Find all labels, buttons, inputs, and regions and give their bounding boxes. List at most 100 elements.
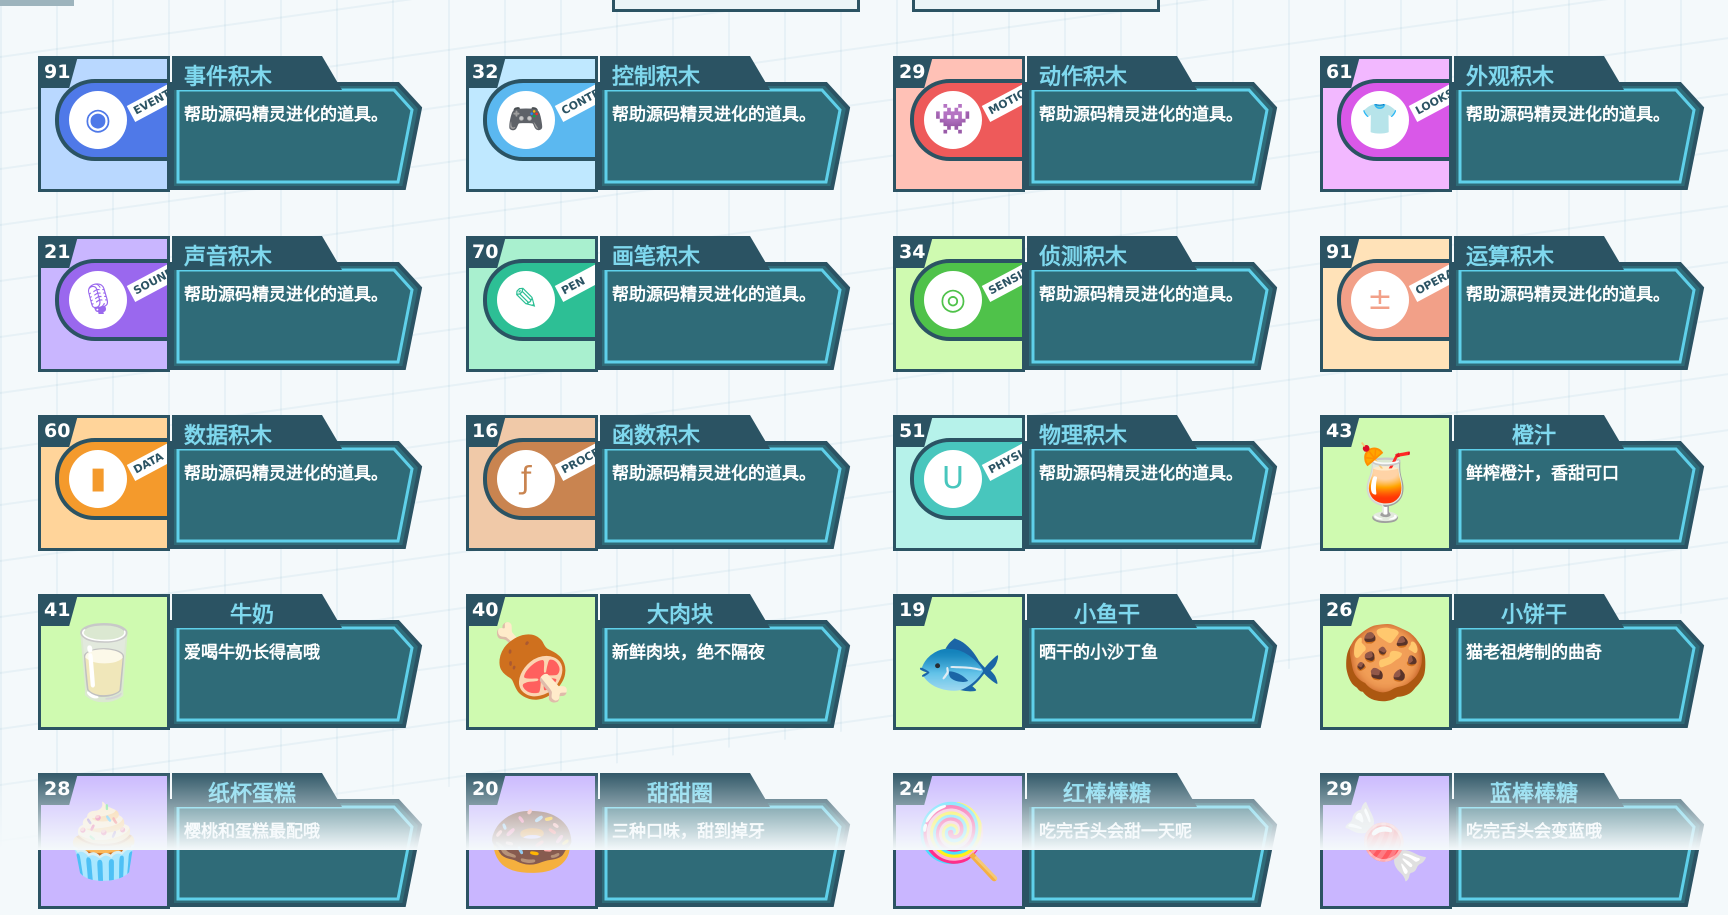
item-description: 猫老祖烤制的曲奇 — [1466, 643, 1602, 663]
item-card[interactable]: 数据积木 帮助源码精灵进化的道具。 ▮ DATA 60 — [38, 415, 428, 557]
item-description: 帮助源码精灵进化的道具。 — [184, 285, 388, 305]
bar-chart-icon: ▮ — [69, 450, 127, 508]
card-panel — [1023, 439, 1279, 551]
item-title: 牛奶 — [229, 603, 274, 628]
shirt-icon: 👕 — [1351, 91, 1409, 149]
block-category-tag: OPERATOR — [1408, 246, 1449, 302]
item-card[interactable]: 运算积木 帮助源码精灵进化的道具。 ± OPERATOR 91 — [1320, 236, 1710, 378]
item-description: 帮助源码精灵进化的道具。 — [1039, 285, 1243, 305]
item-description: 晒干的小沙丁鱼 — [1039, 643, 1158, 663]
item-card[interactable]: 蓝棒棒糖 吃完舌头会变蓝哦 🍬 29 — [1320, 773, 1710, 915]
card-panel — [596, 618, 852, 730]
item-description: 帮助源码精灵进化的道具。 — [1039, 464, 1243, 484]
code-block-key: 👕 LOOKS — [1337, 66, 1449, 161]
item-card[interactable]: 物理积木 帮助源码精灵进化的道具。 U PHYSICS 51 — [893, 415, 1283, 557]
item-card[interactable]: 大肉块 新鲜肉块，绝不隔夜 🍖 40 — [466, 594, 856, 736]
code-block-key: 🎙 SOUND — [55, 246, 167, 341]
item-title: 蓝棒棒糖 — [1489, 782, 1578, 807]
item-title: 声音积木 — [184, 245, 273, 270]
ghost-icon: 👾 — [924, 91, 982, 149]
item-card[interactable]: 侦测积木 帮助源码精灵进化的道具。 ◎ SENSING 34 — [893, 236, 1283, 378]
item-title: 运算积木 — [1466, 245, 1555, 270]
code-block-key: 🎮 CONTROL — [483, 66, 595, 161]
code-block-key: ▮ DATA — [55, 425, 167, 520]
item-description: 帮助源码精灵进化的道具。 — [1466, 105, 1670, 125]
toggle-icon: ◉ — [69, 91, 127, 149]
item-card[interactable]: 甜甜圈 三种口味，甜到掉牙 🍩 20 — [466, 773, 856, 915]
title-tab: 运算积木 — [1454, 236, 1624, 270]
item-description: 帮助源码精灵进化的道具。 — [612, 105, 816, 125]
item-description: 鲜榨橙汁，香甜可口 — [1466, 464, 1619, 484]
block-category-tag: PHYSICS — [981, 425, 1022, 481]
microphone-icon: 🎙 — [69, 271, 127, 329]
item-title: 函数积木 — [612, 424, 701, 449]
item-card[interactable]: 牛奶 爱喝牛奶长得高哦 🥛 41 — [38, 594, 428, 736]
item-description: 吃完舌头会甜一天呢 — [1039, 822, 1192, 842]
item-card[interactable]: 函数积木 帮助源码精灵进化的道具。 ƒ PROCEDURE 16 — [466, 415, 856, 557]
calculator-icon: ± — [1351, 271, 1409, 329]
item-title: 外观积木 — [1466, 65, 1555, 90]
top-frame-left — [612, 0, 860, 12]
item-card[interactable]: 控制积木 帮助源码精灵进化的道具。 🎮 CONTROL 32 — [466, 56, 856, 198]
item-card[interactable]: 纸杯蛋糕 樱桃和蛋糕最配哦 🧁 28 — [38, 773, 428, 915]
item-card[interactable]: 橙汁 鲜榨橙汁，香甜可口 🍹 43 — [1320, 415, 1710, 557]
item-title: 数据积木 — [184, 424, 273, 449]
title-tab: 控制积木 — [600, 56, 770, 90]
title-tab: 蓝棒棒糖 — [1454, 773, 1624, 807]
title-tab: 动作积木 — [1027, 56, 1197, 90]
title-tab: 画笔积木 — [600, 236, 770, 270]
item-title: 事件积木 — [184, 65, 273, 90]
title-tab: 牛奶 — [172, 594, 342, 628]
card-panel — [1450, 618, 1706, 730]
item-card[interactable]: 小饼干 猫老祖烤制的曲奇 🍪 26 — [1320, 594, 1710, 736]
code-block-key: ƒ PROCEDURE — [483, 425, 595, 520]
item-card[interactable]: 动作积木 帮助源码精灵进化的道具。 👾 MOTION 29 — [893, 56, 1283, 198]
title-tab: 函数积木 — [600, 415, 770, 449]
card-panel — [596, 80, 852, 192]
item-description: 帮助源码精灵进化的道具。 — [1466, 285, 1670, 305]
block-category-tag: MOTION — [981, 66, 1022, 122]
card-panel — [168, 260, 424, 372]
top-frame-right — [912, 0, 1160, 12]
item-card[interactable]: 事件积木 帮助源码精灵进化的道具。 ◉ EVENTS 91 — [38, 56, 428, 198]
block-category-tag: EVENTS — [126, 66, 167, 122]
item-card[interactable]: 红棒棒糖 吃完舌头会甜一天呢 🍭 24 — [893, 773, 1283, 915]
item-title: 橙汁 — [1511, 424, 1556, 449]
title-tab: 数据积木 — [172, 415, 342, 449]
title-tab: 物理积木 — [1027, 415, 1197, 449]
block-category-tag: LOOKS — [1408, 66, 1449, 122]
item-card[interactable]: 外观积木 帮助源码精灵进化的道具。 👕 LOOKS 61 — [1320, 56, 1710, 198]
code-block-key: ◉ EVENTS — [55, 66, 167, 161]
item-title: 控制积木 — [612, 65, 701, 90]
pen-icon: ✎ — [497, 271, 555, 329]
title-tab: 事件积木 — [172, 56, 342, 90]
item-description: 三种口味，甜到掉牙 — [612, 822, 765, 842]
item-title: 小鱼干 — [1073, 603, 1140, 628]
code-block-key: 👾 MOTION — [910, 66, 1022, 161]
code-block-key: ± OPERATOR — [1337, 246, 1449, 341]
item-card[interactable]: 声音积木 帮助源码精灵进化的道具。 🎙 SOUND 21 — [38, 236, 428, 378]
card-panel — [1023, 260, 1279, 372]
item-card[interactable]: 画笔积木 帮助源码精灵进化的道具。 ✎ PEN 70 — [466, 236, 856, 378]
item-description: 爱喝牛奶长得高哦 — [184, 643, 320, 663]
title-tab: 红棒棒糖 — [1027, 773, 1197, 807]
item-title: 侦测积木 — [1039, 245, 1128, 270]
card-panel — [1450, 439, 1706, 551]
title-tab: 大肉块 — [600, 594, 770, 628]
item-description: 帮助源码精灵进化的道具。 — [612, 464, 816, 484]
block-category-tag: SENSING — [981, 246, 1022, 302]
title-tab: 小饼干 — [1454, 594, 1624, 628]
item-description: 樱桃和蛋糕最配哦 — [184, 822, 320, 842]
item-description: 帮助源码精灵进化的道具。 — [184, 105, 388, 125]
title-tab: 纸杯蛋糕 — [172, 773, 342, 807]
item-title: 甜甜圈 — [646, 782, 713, 807]
card-panel — [1450, 797, 1706, 909]
card-panel — [1023, 618, 1279, 730]
card-panel — [168, 618, 424, 730]
code-block-key: ◎ SENSING — [910, 246, 1022, 341]
item-title: 纸杯蛋糕 — [207, 782, 296, 807]
item-card[interactable]: 小鱼干 晒干的小沙丁鱼 🐟 19 — [893, 594, 1283, 736]
title-tab: 小鱼干 — [1027, 594, 1197, 628]
item-title: 动作积木 — [1039, 65, 1128, 90]
title-tab: 橙汁 — [1454, 415, 1624, 449]
